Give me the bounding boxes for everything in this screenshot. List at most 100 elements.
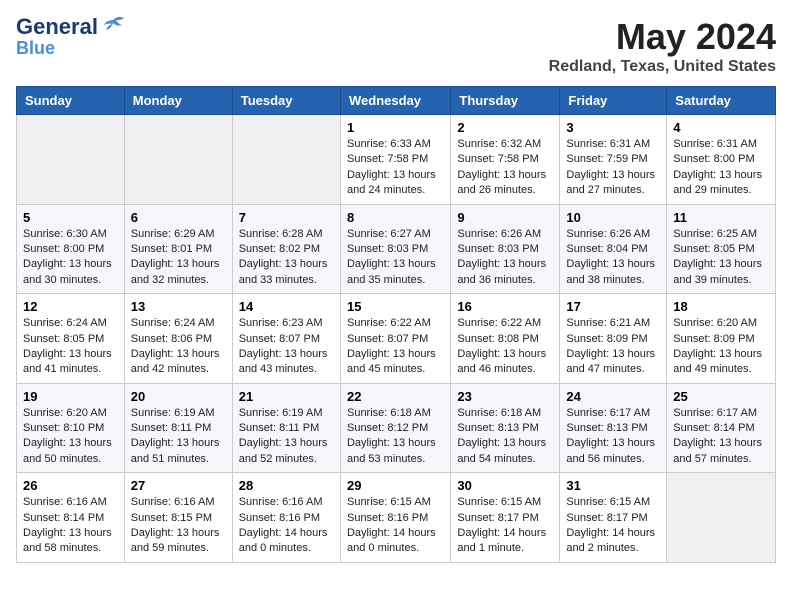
table-row: 10 Sunrise: 6:26 AM Sunset: 8:04 PM Dayli…	[560, 204, 667, 294]
table-row: 28 Sunrise: 6:16 AM Sunset: 8:16 PM Dayli…	[232, 473, 340, 563]
table-row	[232, 115, 340, 205]
day-info: Sunrise: 6:32 AM Sunset: 7:58 PM Dayligh…	[457, 137, 553, 199]
day-number: 5	[23, 210, 118, 225]
day-info: Sunrise: 6:15 AM Sunset: 8:16 PM Dayligh…	[347, 495, 444, 557]
day-number: 24	[566, 389, 660, 404]
col-tuesday: Tuesday	[232, 87, 340, 115]
day-number: 23	[457, 389, 553, 404]
day-number: 2	[457, 120, 553, 135]
table-row: 13 Sunrise: 6:24 AM Sunset: 8:06 PM Dayli…	[124, 294, 232, 384]
day-number: 16	[457, 299, 553, 314]
day-number: 30	[457, 478, 553, 493]
day-number: 9	[457, 210, 553, 225]
day-info: Sunrise: 6:19 AM Sunset: 8:11 PM Dayligh…	[239, 406, 334, 468]
day-info: Sunrise: 6:17 AM Sunset: 8:14 PM Dayligh…	[673, 406, 769, 468]
day-info: Sunrise: 6:20 AM Sunset: 8:09 PM Dayligh…	[673, 316, 769, 378]
table-row: 4 Sunrise: 6:31 AM Sunset: 8:00 PM Daylig…	[667, 115, 776, 205]
table-row: 19 Sunrise: 6:20 AM Sunset: 8:10 PM Dayli…	[17, 383, 125, 473]
table-row: 26 Sunrise: 6:16 AM Sunset: 8:14 PM Dayli…	[17, 473, 125, 563]
table-row: 31Sunrise: 6:15 AM Sunset: 8:17 PM Dayli…	[560, 473, 667, 563]
calendar-header-row: Sunday Monday Tuesday Wednesday Thursday…	[17, 87, 776, 115]
day-number: 31	[566, 478, 660, 493]
day-number: 4	[673, 120, 769, 135]
table-row: 7Sunrise: 6:28 AM Sunset: 8:02 PM Daylig…	[232, 204, 340, 294]
day-info: Sunrise: 6:31 AM Sunset: 8:00 PM Dayligh…	[673, 137, 769, 199]
day-info: Sunrise: 6:25 AM Sunset: 8:05 PM Dayligh…	[673, 227, 769, 289]
day-number: 8	[347, 210, 444, 225]
day-number: 10	[566, 210, 660, 225]
table-row: 20 Sunrise: 6:19 AM Sunset: 8:11 PM Dayli…	[124, 383, 232, 473]
table-row: 21 Sunrise: 6:19 AM Sunset: 8:11 PM Dayli…	[232, 383, 340, 473]
table-row: 14 Sunrise: 6:23 AM Sunset: 8:07 PM Dayli…	[232, 294, 340, 384]
day-number: 11	[673, 210, 769, 225]
title-block: May 2024 Redland, Texas, United States	[549, 16, 776, 76]
day-number: 26	[23, 478, 118, 493]
table-row: 29 Sunrise: 6:15 AM Sunset: 8:16 PM Dayli…	[340, 473, 450, 563]
day-number: 3	[566, 120, 660, 135]
table-row: 9 Sunrise: 6:26 AM Sunset: 8:03 PM Daylig…	[451, 204, 560, 294]
day-number: 28	[239, 478, 334, 493]
day-info: Sunrise: 6:19 AM Sunset: 8:11 PM Dayligh…	[131, 406, 226, 468]
day-number: 21	[239, 389, 334, 404]
day-info: Sunrise: 6:18 AM Sunset: 8:12 PM Dayligh…	[347, 406, 444, 468]
day-info: Sunrise: 6:26 AM Sunset: 8:03 PM Dayligh…	[457, 227, 553, 289]
table-row: 23 Sunrise: 6:18 AM Sunset: 8:13 PM Dayli…	[451, 383, 560, 473]
day-number: 6	[131, 210, 226, 225]
day-info: Sunrise: 6:29 AM Sunset: 8:01 PM Dayligh…	[131, 227, 226, 289]
day-info: Sunrise: 6:20 AM Sunset: 8:10 PM Dayligh…	[23, 406, 118, 468]
day-info: Sunrise: 6:18 AM Sunset: 8:13 PM Dayligh…	[457, 406, 553, 468]
week-row-2: 5 Sunrise: 6:30 AM Sunset: 8:00 PM Daylig…	[17, 204, 776, 294]
week-row-5: 26 Sunrise: 6:16 AM Sunset: 8:14 PM Dayli…	[17, 473, 776, 563]
day-number: 12	[23, 299, 118, 314]
day-number: 19	[23, 389, 118, 404]
day-number: 27	[131, 478, 226, 493]
day-info: Sunrise: 6:33 AM Sunset: 7:58 PM Dayligh…	[347, 137, 444, 199]
day-info: Sunrise: 6:24 AM Sunset: 8:06 PM Dayligh…	[131, 316, 226, 378]
table-row: 5 Sunrise: 6:30 AM Sunset: 8:00 PM Daylig…	[17, 204, 125, 294]
day-info: Sunrise: 6:16 AM Sunset: 8:14 PM Dayligh…	[23, 495, 118, 557]
table-row: 17Sunrise: 6:21 AM Sunset: 8:09 PM Dayli…	[560, 294, 667, 384]
table-row: 1Sunrise: 6:33 AM Sunset: 7:58 PM Daylig…	[340, 115, 450, 205]
table-row: 12Sunrise: 6:24 AM Sunset: 8:05 PM Dayli…	[17, 294, 125, 384]
table-row	[17, 115, 125, 205]
table-row: 25 Sunrise: 6:17 AM Sunset: 8:14 PM Dayli…	[667, 383, 776, 473]
day-info: Sunrise: 6:16 AM Sunset: 8:16 PM Dayligh…	[239, 495, 334, 557]
logo-general: General	[16, 16, 98, 38]
day-info: Sunrise: 6:28 AM Sunset: 8:02 PM Dayligh…	[239, 227, 334, 289]
week-row-3: 12Sunrise: 6:24 AM Sunset: 8:05 PM Dayli…	[17, 294, 776, 384]
day-number: 17	[566, 299, 660, 314]
day-info: Sunrise: 6:17 AM Sunset: 8:13 PM Dayligh…	[566, 406, 660, 468]
page-header: General Blue May 2024 Redland, Texas, Un…	[16, 16, 776, 76]
col-sunday: Sunday	[17, 87, 125, 115]
day-number: 20	[131, 389, 226, 404]
day-number: 13	[131, 299, 226, 314]
logo-blue: Blue	[16, 38, 55, 59]
day-info: Sunrise: 6:26 AM Sunset: 8:04 PM Dayligh…	[566, 227, 660, 289]
day-number: 14	[239, 299, 334, 314]
day-info: Sunrise: 6:22 AM Sunset: 8:08 PM Dayligh…	[457, 316, 553, 378]
table-row: 2 Sunrise: 6:32 AM Sunset: 7:58 PM Daylig…	[451, 115, 560, 205]
table-row: 6 Sunrise: 6:29 AM Sunset: 8:01 PM Daylig…	[124, 204, 232, 294]
table-row	[667, 473, 776, 563]
day-info: Sunrise: 6:22 AM Sunset: 8:07 PM Dayligh…	[347, 316, 444, 378]
day-number: 29	[347, 478, 444, 493]
table-row: 30 Sunrise: 6:15 AM Sunset: 8:17 PM Dayli…	[451, 473, 560, 563]
col-monday: Monday	[124, 87, 232, 115]
calendar-title: May 2024	[549, 16, 776, 58]
logo: General Blue	[16, 16, 126, 59]
table-row: 8 Sunrise: 6:27 AM Sunset: 8:03 PM Daylig…	[340, 204, 450, 294]
table-row: 11 Sunrise: 6:25 AM Sunset: 8:05 PM Dayli…	[667, 204, 776, 294]
day-info: Sunrise: 6:30 AM Sunset: 8:00 PM Dayligh…	[23, 227, 118, 289]
day-info: Sunrise: 6:27 AM Sunset: 8:03 PM Dayligh…	[347, 227, 444, 289]
day-info: Sunrise: 6:23 AM Sunset: 8:07 PM Dayligh…	[239, 316, 334, 378]
logo-bird-icon	[100, 15, 126, 35]
day-info: Sunrise: 6:15 AM Sunset: 8:17 PM Dayligh…	[457, 495, 553, 557]
table-row: 18Sunrise: 6:20 AM Sunset: 8:09 PM Dayli…	[667, 294, 776, 384]
week-row-1: 1Sunrise: 6:33 AM Sunset: 7:58 PM Daylig…	[17, 115, 776, 205]
col-friday: Friday	[560, 87, 667, 115]
day-number: 25	[673, 389, 769, 404]
day-number: 15	[347, 299, 444, 314]
calendar-subtitle: Redland, Texas, United States	[549, 58, 776, 76]
col-saturday: Saturday	[667, 87, 776, 115]
table-row: 15 Sunrise: 6:22 AM Sunset: 8:07 PM Dayli…	[340, 294, 450, 384]
